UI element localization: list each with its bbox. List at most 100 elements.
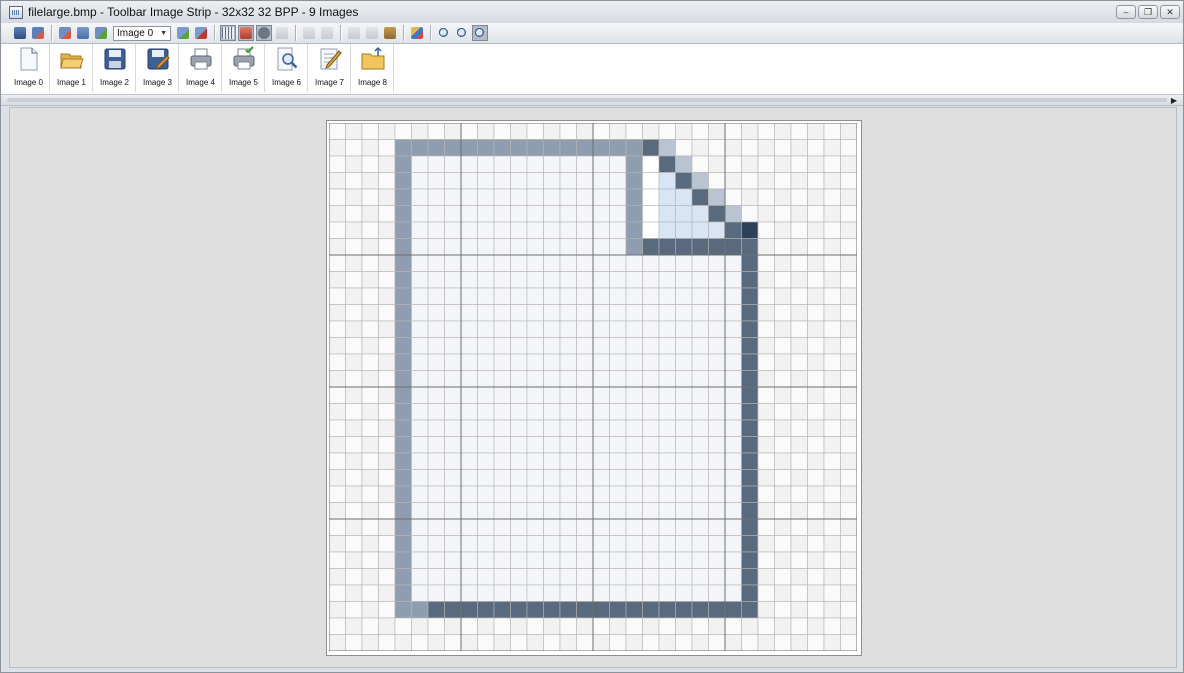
transparent-pixel[interactable] [840,584,858,602]
pixel[interactable] [691,205,709,223]
pixel[interactable] [609,287,627,305]
pixel[interactable] [642,518,660,536]
transparent-pixel[interactable] [757,386,775,404]
pixel[interactable] [427,452,445,470]
pixel[interactable] [394,238,412,256]
pixel[interactable] [642,469,660,487]
pixel[interactable] [477,403,495,421]
pixel[interactable] [724,452,742,470]
pixel[interactable] [543,518,561,536]
redo-button[interactable] [319,25,335,41]
transparent-pixel[interactable] [823,469,841,487]
pixel[interactable] [658,353,676,371]
pixel[interactable] [444,320,462,338]
pixel[interactable] [625,469,643,487]
transparent-pixel[interactable] [823,436,841,454]
pixel[interactable] [642,139,660,157]
pixel[interactable] [724,436,742,454]
transparent-pixel[interactable] [840,617,858,635]
pixel[interactable] [741,386,759,404]
transparent-pixel[interactable] [691,155,709,173]
pixel[interactable] [427,568,445,586]
pixel[interactable] [691,271,709,289]
transparent-pixel[interactable] [790,469,808,487]
pixel[interactable] [427,254,445,272]
pixel[interactable] [625,601,643,619]
pixel[interactable] [724,535,742,553]
pixel[interactable] [427,287,445,305]
pixel[interactable] [477,238,495,256]
transparent-pixel[interactable] [757,271,775,289]
pixel[interactable] [411,320,429,338]
pixel[interactable] [708,419,726,437]
pixel[interactable] [526,551,544,569]
transparent-pixel[interactable] [790,601,808,619]
pixel[interactable] [444,386,462,404]
transparent-pixel[interactable] [345,535,363,553]
pixel[interactable] [625,535,643,553]
pixel[interactable] [460,535,478,553]
pixel[interactable] [675,287,693,305]
transparent-pixel[interactable] [609,123,627,140]
pixel[interactable] [411,254,429,272]
pixel[interactable] [444,188,462,206]
transparent-pixel[interactable] [329,320,346,338]
transparent-pixel[interactable] [840,304,858,322]
pixel[interactable] [708,568,726,586]
pixel[interactable] [642,584,660,602]
pixel[interactable] [576,320,594,338]
pixel[interactable] [543,238,561,256]
transparent-pixel[interactable] [774,568,792,586]
pixel[interactable] [394,601,412,619]
pixel-grid[interactable] [329,123,857,651]
transparent-pixel[interactable] [823,568,841,586]
pixel[interactable] [724,320,742,338]
transparent-pixel[interactable] [823,452,841,470]
pixel[interactable] [609,304,627,322]
pixel[interactable] [576,502,594,520]
transparent-pixel[interactable] [757,287,775,305]
pixel[interactable] [741,518,759,536]
pixel[interactable] [493,601,511,619]
transparent-pixel[interactable] [807,584,825,602]
pixel[interactable] [559,469,577,487]
transparent-pixel[interactable] [757,535,775,553]
transparent-pixel[interactable] [378,238,396,256]
pixel[interactable] [741,337,759,355]
pixel[interactable] [394,287,412,305]
pixel[interactable] [576,403,594,421]
transparent-pixel[interactable] [823,304,841,322]
transparent-pixel[interactable] [378,188,396,206]
pixel[interactable] [493,584,511,602]
transparent-pixel[interactable] [774,370,792,388]
transparent-pixel[interactable] [477,634,495,652]
pixel[interactable] [741,568,759,586]
pixel[interactable] [460,221,478,239]
strip-item-image-8[interactable]: Image 8 [352,44,394,92]
pixel[interactable] [658,601,676,619]
pixel[interactable] [427,271,445,289]
pixel[interactable] [493,139,511,157]
pixel[interactable] [510,601,528,619]
pixel[interactable] [625,271,643,289]
pixel[interactable] [625,287,643,305]
pixel[interactable] [708,254,726,272]
pixel[interactable] [444,419,462,437]
transparent-pixel[interactable] [329,436,346,454]
pixel[interactable] [691,304,709,322]
transparent-pixel[interactable] [559,634,577,652]
pixel[interactable] [510,584,528,602]
pixel[interactable] [625,436,643,454]
pixel[interactable] [625,568,643,586]
pixel[interactable] [724,337,742,355]
pixel[interactable] [427,304,445,322]
pixel[interactable] [576,485,594,503]
pixel[interactable] [493,320,511,338]
transparent-pixel[interactable] [427,634,445,652]
pixel[interactable] [559,188,577,206]
pixel[interactable] [642,601,660,619]
transparent-pixel[interactable] [477,617,495,635]
pixel[interactable] [460,469,478,487]
transparent-pixel[interactable] [823,139,841,157]
transparent-pixel[interactable] [823,155,841,173]
